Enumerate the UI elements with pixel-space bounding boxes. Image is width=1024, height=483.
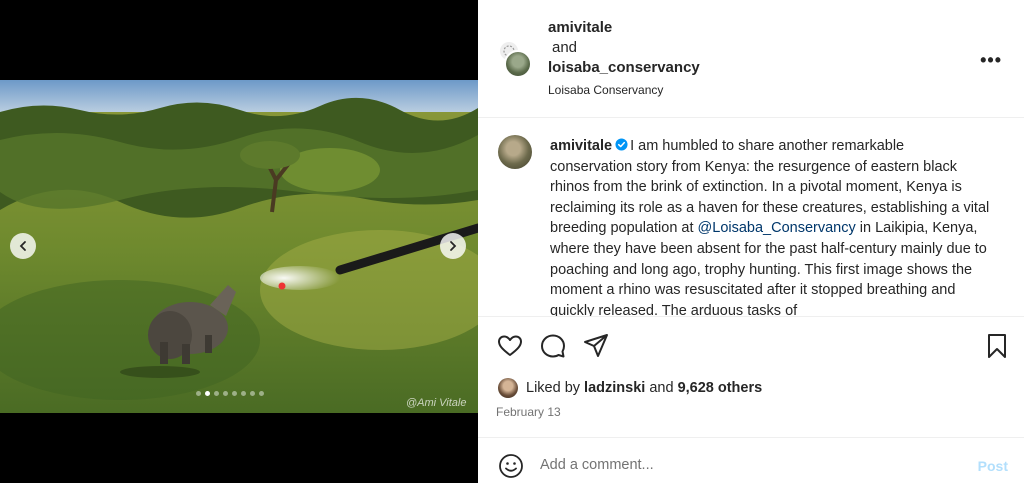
likes-prefix: Liked by (526, 380, 581, 396)
carousel-dot (259, 391, 264, 396)
photo-watermark: @Ami Vitale (406, 397, 467, 409)
carousel-dot (223, 391, 228, 396)
share-icon[interactable] (582, 332, 610, 360)
header-user2-link[interactable]: loisaba_conservancy (548, 58, 700, 78)
carousel-dot (214, 391, 219, 396)
comment-bar: Post (478, 437, 1024, 483)
comment-icon[interactable] (539, 332, 567, 360)
post-sidebar: amivitale and loisaba_conservancy Loisab… (478, 0, 1024, 483)
comment-input[interactable] (540, 452, 960, 478)
caption-section: amivitale I am humbled to share another r… (478, 118, 1024, 316)
post-media: @Ami Vitale (0, 0, 478, 483)
carousel-prev-button[interactable] (10, 233, 36, 259)
emoji-icon[interactable] (498, 453, 524, 479)
header-location-link[interactable]: Loisaba Conservancy (548, 80, 700, 100)
heart-icon[interactable] (496, 332, 524, 360)
carousel-next-button[interactable] (440, 233, 466, 259)
post-comment-button[interactable]: Post (978, 458, 1008, 474)
likes-others-link[interactable]: 9,628 others (678, 380, 763, 396)
likes-summary: Liked by ladzinski and 9,628 others (498, 378, 762, 398)
post-photo (0, 80, 478, 413)
action-bar (478, 316, 1024, 374)
chevron-right-icon (450, 241, 457, 251)
header-and: and (552, 39, 578, 56)
more-options-button[interactable]: ••• (980, 50, 1002, 71)
chevron-left-icon (19, 241, 26, 251)
post-header: amivitale and loisaba_conservancy Loisab… (478, 0, 1024, 118)
caption-text: amivitale I am humbled to share another r… (550, 136, 990, 316)
liker-avatar[interactable] (498, 378, 518, 398)
header-usernames: amivitale and loisaba_conservancy Loisab… (548, 18, 700, 100)
verified-badge-icon (615, 138, 628, 151)
post-date[interactable]: February 13 (496, 405, 561, 419)
likes-and: and (649, 380, 674, 396)
liker-username-link[interactable]: ladzinski (584, 380, 645, 396)
caption-username-link[interactable]: amivitale (550, 138, 612, 154)
carousel-dot (205, 391, 210, 396)
carousel-dot (241, 391, 246, 396)
caption-avatar[interactable] (498, 135, 532, 169)
carousel-dot (232, 391, 237, 396)
collab-avatars[interactable] (498, 40, 534, 80)
avatar-amivitale (504, 50, 532, 78)
caption-mention-link[interactable]: @Loisaba_Conservancy (698, 220, 856, 236)
carousel-dots (196, 391, 264, 396)
carousel-dot (196, 391, 201, 396)
bookmark-icon[interactable] (983, 332, 1011, 360)
carousel-dot (250, 391, 255, 396)
header-user1-link[interactable]: amivitale (548, 18, 700, 38)
rhino-photo (0, 80, 478, 413)
